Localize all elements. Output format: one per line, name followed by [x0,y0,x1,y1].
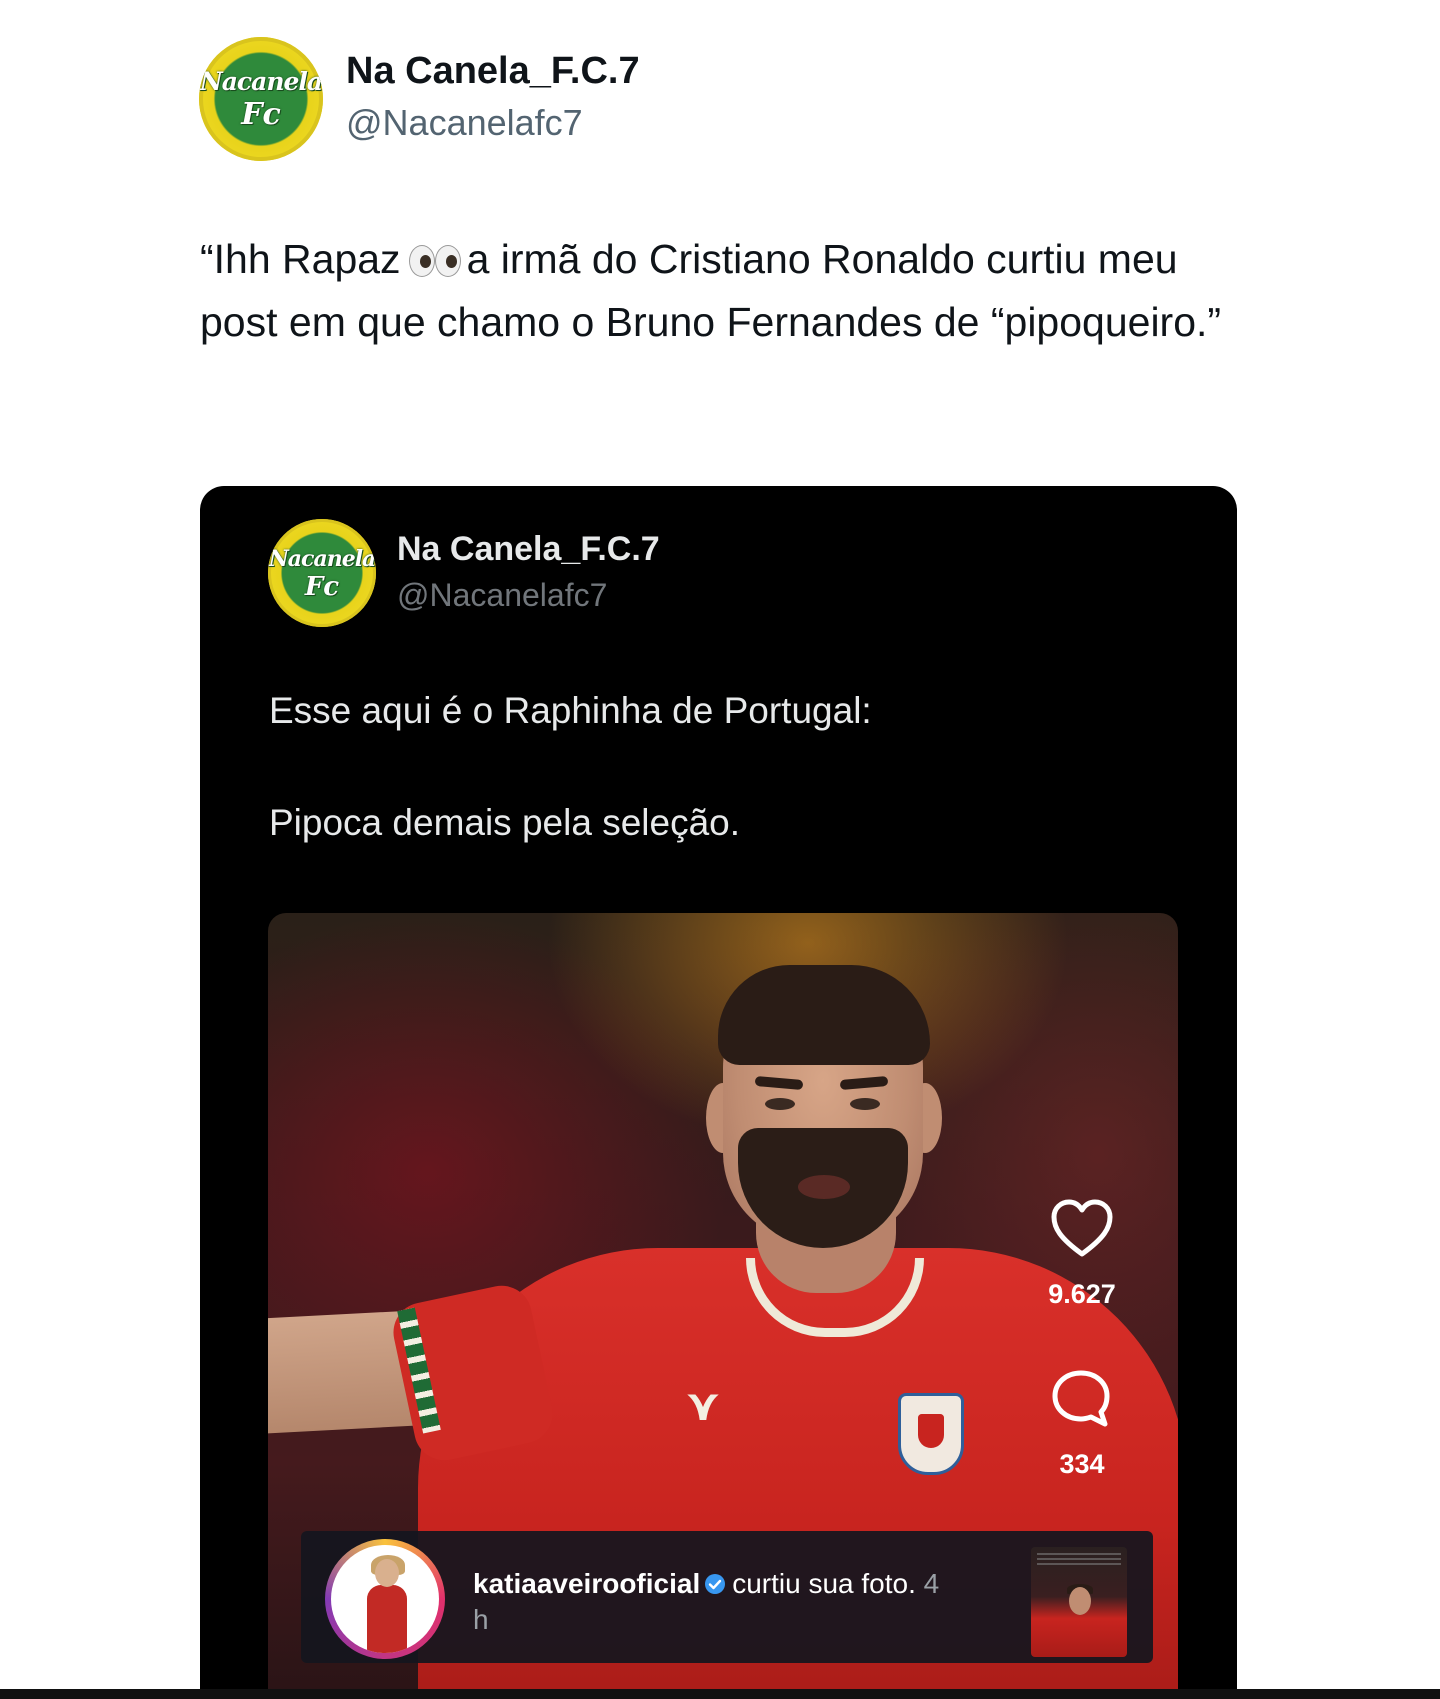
portugal-crest-icon [898,1393,964,1475]
inner-avatar[interactable]: Nacanela Fc [268,519,376,627]
outer-tweet-text: “Ihh Rapaz a irmã do Cristiano Ronaldo cu… [200,228,1260,354]
outer-avatar[interactable]: Nacanela Fc [199,37,323,161]
notification-action: curtiu sua foto. [732,1568,916,1599]
bottom-edge-bar [0,1689,1440,1699]
eyes-emoji-icon [407,245,461,277]
outer-display-name[interactable]: Na Canela_F.C.7 [346,50,640,93]
avatar-logo-text: Nacanela [199,67,323,96]
like-notification[interactable]: katiaaveirooficial curtiu sua foto. 4 h [301,1531,1153,1663]
notification-post-thumbnail[interactable] [1031,1547,1127,1657]
like-count: 9.627 [1048,1279,1116,1309]
inner-tweet-text-line1: Esse aqui é o Raphinha de Portugal: [269,690,872,731]
verified-badge-icon [705,1574,726,1594]
comment-count: 334 [1059,1449,1105,1479]
quoted-tweet-card[interactable]: Nacanela Fc Na Canela_F.C.7 @Nacanelafc7… [200,486,1237,1699]
comment-icon[interactable] [1050,1368,1112,1430]
notification-text: katiaaveirooficial curtiu sua foto. 4 h [473,1566,943,1638]
notification-avatar[interactable] [325,1539,445,1659]
inner-handle[interactable]: @Nacanelafc7 [397,577,607,614]
outer-tweet-text-part1: “Ihh Rapaz [200,236,401,282]
player-mouth [798,1175,850,1199]
heart-icon[interactable] [1050,1198,1114,1258]
player-hair [718,965,930,1065]
puma-logo-icon: ⋎ [685,1381,721,1430]
player-photo[interactable]: ⋎ 9.627 334 katiaaveirooficial curtiu sua… [268,913,1178,1699]
inner-avatar-logo-text-2: Fc [304,572,340,602]
inner-display-name[interactable]: Na Canela_F.C.7 [397,530,660,569]
outer-handle[interactable]: @Nacanelafc7 [346,102,583,144]
player-eye-right [850,1098,880,1110]
inner-tweet-text-line2: Pipoca demais pela seleção. [269,802,741,843]
player-eye-left [765,1098,795,1110]
inner-avatar-logo-text: Nacanela [268,546,376,572]
avatar-logo-text-2: Fc [241,97,281,132]
notification-username[interactable]: katiaaveirooficial [473,1568,700,1599]
